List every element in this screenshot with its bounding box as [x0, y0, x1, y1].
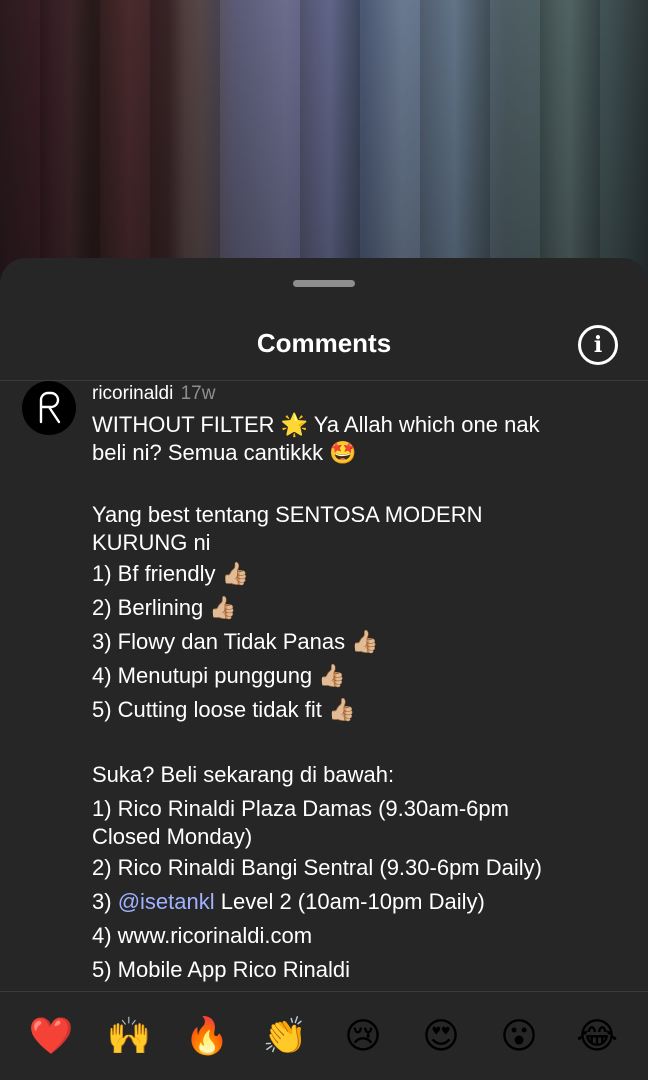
surprised-face-emoji-icon[interactable]: 😮: [489, 1016, 549, 1057]
comment-time: 17w: [180, 383, 216, 404]
comment-line: KURUNG ni: [92, 530, 211, 555]
raising-hands-emoji-icon[interactable]: 🙌: [99, 1015, 159, 1057]
fabric-fold: [40, 0, 100, 290]
buy-heading: Suka? Beli sekarang di bawah:: [92, 762, 395, 787]
rico-rinaldi-logo-icon: [39, 391, 61, 424]
comment-meta: ricorinaldi 17w: [92, 381, 622, 407]
store-suffix: Level 2 (10am-10pm Daily): [214, 889, 485, 914]
mention-link[interactable]: @isetankl: [118, 889, 215, 914]
fabric-fold: [150, 0, 220, 290]
comments-sheet: Comments i ricorinaldi 17w WITHOUT FILTE…: [0, 258, 648, 1080]
store-line: 5) Mobile App Rico Rinaldi: [92, 957, 351, 982]
store-line: Closed Monday): [92, 824, 253, 849]
feature-item: 1) Bf friendly 👍🏼: [92, 561, 249, 586]
info-icon[interactable]: i: [578, 325, 618, 365]
heart-emoji-icon[interactable]: ❤️: [21, 1015, 81, 1057]
emoji-reaction-bar: ❤️ 🙌 🔥 👏 😢 😍 😮 😂: [0, 992, 648, 1080]
fabric-fold: [300, 0, 360, 290]
screen: Comments i ricorinaldi 17w WITHOUT FILTE…: [0, 0, 648, 1080]
feature-item: 3) Flowy dan Tidak Panas 👍🏼: [92, 629, 379, 654]
fire-emoji-icon[interactable]: 🔥: [177, 1015, 237, 1057]
comment-line: beli ni? Semua cantikkk 🤩: [92, 440, 357, 465]
clapping-hands-emoji-icon[interactable]: 👏: [255, 1015, 315, 1057]
store-line: 1) Rico Rinaldi Plaza Damas (9.30am-6pm: [92, 796, 509, 821]
comment-body: ricorinaldi 17w WITHOUT FILTER 🌟 Ya Alla…: [92, 381, 622, 987]
feature-item: 4) Menutupi punggung 👍🏼: [92, 663, 346, 688]
fabric-fold: [420, 0, 490, 290]
comment-line: WITHOUT FILTER 🌟 Ya Allah which one nak: [92, 412, 540, 437]
store-line: 2) Rico Rinaldi Bangi Sentral (9.30-6pm …: [92, 855, 542, 880]
website-link[interactable]: 4) www.ricorinaldi.com: [92, 919, 622, 953]
comment-line: Yang best tentang SENTOSA MODERN: [92, 502, 483, 527]
store-prefix: 3): [92, 889, 118, 914]
comment-list[interactable]: ricorinaldi 17w WITHOUT FILTER 🌟 Ya Alla…: [0, 381, 648, 991]
feature-item: 5) Cutting loose tidak fit 👍🏼: [92, 697, 356, 722]
store-line: 3) @isetankl Level 2 (10am-10pm Daily): [92, 885, 622, 919]
fabric-fold: [540, 0, 600, 290]
sheet-grabber[interactable]: [293, 280, 355, 287]
crying-face-emoji-icon[interactable]: 😢: [333, 1016, 393, 1057]
heart-eyes-emoji-icon[interactable]: 😍: [411, 1016, 471, 1057]
avatar[interactable]: [22, 381, 76, 435]
feature-item: 2) Berlining 👍🏼: [92, 595, 237, 620]
sheet-title: Comments: [256, 328, 392, 358]
laughing-tears-emoji-icon[interactable]: 😂: [567, 1016, 627, 1057]
comment-username[interactable]: ricorinaldi: [92, 383, 173, 404]
